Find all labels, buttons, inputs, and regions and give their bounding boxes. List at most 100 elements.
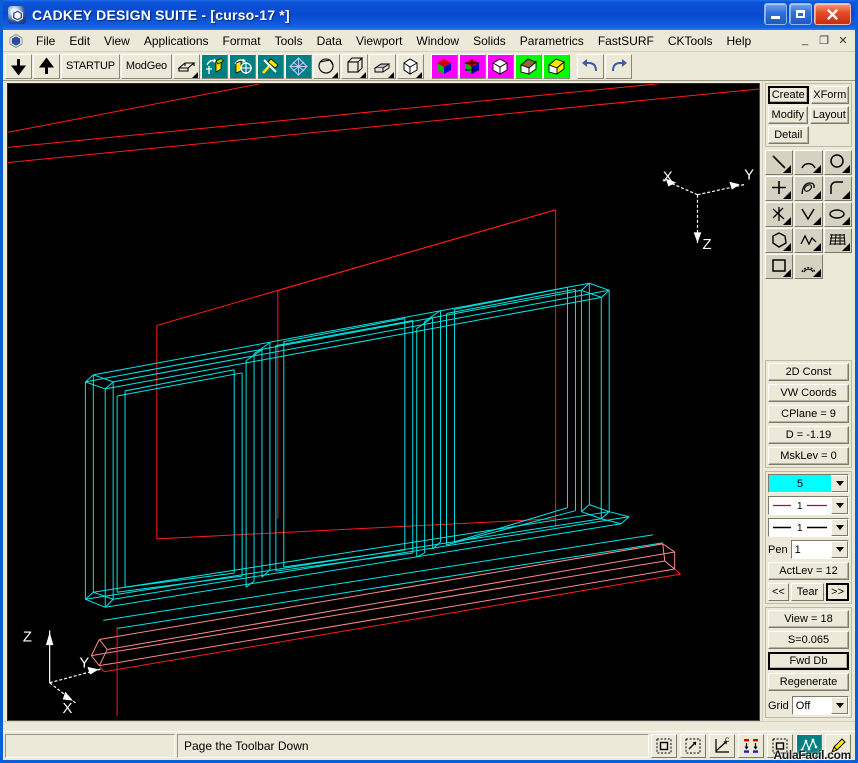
- vw-coords-button[interactable]: VW Coords: [768, 384, 849, 402]
- view-control-group: View = 18 S=0.065 Fwd Db Regenerate Grid…: [765, 607, 852, 718]
- grid-combo[interactable]: Off: [792, 696, 849, 715]
- mesh-surface-icon[interactable]: [285, 54, 312, 79]
- select-polygon-icon[interactable]: [680, 734, 706, 758]
- cadkey-document-icon[interactable]: [7, 32, 25, 50]
- menu-fastsurf[interactable]: FastSURF: [591, 31, 661, 51]
- menu-cktools[interactable]: CKTools: [661, 31, 720, 51]
- pen-combo-chevron-down-icon[interactable]: [831, 541, 848, 558]
- menu-view[interactable]: View: [97, 31, 137, 51]
- maximize-button[interactable]: [789, 3, 812, 25]
- status-button-group: 2D Const VW Coords CPlane = 9 D = -1.19 …: [765, 360, 852, 468]
- menu-window[interactable]: Window: [409, 31, 466, 51]
- menu-edit[interactable]: Edit: [62, 31, 97, 51]
- coordinate-axis-icon[interactable]: C: [709, 734, 735, 758]
- menu-applications[interactable]: Applications: [137, 31, 216, 51]
- fwd-db-button[interactable]: Fwd Db: [768, 652, 849, 670]
- tear-next-button[interactable]: >>: [826, 583, 849, 601]
- point-icon[interactable]: [765, 176, 793, 201]
- menu-parametrics[interactable]: Parametrics: [513, 31, 591, 51]
- mdi-minimize-button[interactable]: _: [797, 32, 813, 48]
- xform-button[interactable]: XForm: [811, 86, 850, 104]
- 2d-const-button[interactable]: 2D Const: [768, 363, 849, 381]
- render-color-cube-icon[interactable]: [459, 54, 486, 79]
- tear-button[interactable]: Tear: [791, 583, 824, 601]
- box-view-icon[interactable]: [341, 54, 368, 79]
- tear-prev-button[interactable]: <<: [768, 583, 789, 601]
- modgeo-button[interactable]: ModGeo: [121, 54, 172, 79]
- attribute-group: 5 1: [765, 471, 852, 604]
- depth-button[interactable]: D = -1.19: [768, 426, 849, 444]
- shaded-yellow-icon[interactable]: [543, 54, 570, 79]
- select-all-icon[interactable]: [767, 734, 793, 758]
- menu-help[interactable]: Help: [720, 31, 759, 51]
- color-combo[interactable]: 5: [768, 474, 849, 493]
- align-levels-icon[interactable]: [738, 734, 764, 758]
- shade-icon[interactable]: [397, 54, 424, 79]
- linetype-combo[interactable]: 1: [768, 496, 849, 515]
- nurbs-curve-icon[interactable]: [794, 228, 822, 253]
- polyline-chain-icon[interactable]: [794, 202, 822, 227]
- arc-icon[interactable]: [794, 150, 822, 175]
- detail-button[interactable]: Detail: [768, 126, 809, 144]
- msklev-button[interactable]: MskLev = 0: [768, 447, 849, 465]
- polyline-icon[interactable]: [765, 202, 793, 227]
- conic-icon[interactable]: [794, 254, 822, 279]
- regenerate-button[interactable]: Regenerate: [768, 673, 849, 691]
- layout-button[interactable]: Layout: [810, 106, 850, 124]
- rotate-view-icon[interactable]: [313, 54, 340, 79]
- menu-file[interactable]: File: [29, 31, 62, 51]
- create-button[interactable]: Create: [768, 86, 809, 104]
- view-button[interactable]: View = 18: [768, 610, 849, 628]
- dynamic-pan-icon[interactable]: [229, 54, 256, 79]
- color-combo-chevron-down-icon[interactable]: [831, 475, 848, 492]
- wireframe-view-icon[interactable]: [173, 54, 200, 79]
- select-window-icon[interactable]: [651, 734, 677, 758]
- ellipse-icon[interactable]: [824, 202, 852, 227]
- menu-viewport[interactable]: Viewport: [349, 31, 409, 51]
- window-controls: [764, 3, 851, 25]
- main-toolbar: STARTUP ModGeo: [3, 52, 855, 81]
- grid-combo-chevron-down-icon[interactable]: [831, 697, 848, 714]
- shaded-solid-icon[interactable]: [515, 54, 542, 79]
- startup-button[interactable]: STARTUP: [61, 54, 120, 79]
- pencil-tool-icon[interactable]: [825, 734, 851, 758]
- scale-button[interactable]: S=0.065: [768, 631, 849, 649]
- line-icon[interactable]: [765, 150, 793, 175]
- pen-combo[interactable]: 1: [791, 540, 849, 559]
- page-toolbar-down-button[interactable]: [5, 54, 32, 79]
- render-rgb-cube-icon[interactable]: [431, 54, 458, 79]
- page-toolbar-up-button[interactable]: [33, 54, 60, 79]
- linewidth-combo-chevron-down-icon[interactable]: [831, 519, 848, 536]
- mdi-restore-button[interactable]: ❐: [816, 32, 832, 48]
- cplane-button[interactable]: CPlane = 9: [768, 405, 849, 423]
- rectangle-icon[interactable]: [765, 254, 793, 279]
- minimize-button[interactable]: [764, 3, 787, 25]
- linetype-combo-chevron-down-icon[interactable]: [831, 497, 848, 514]
- menu-data[interactable]: Data: [310, 31, 349, 51]
- mesh-grid-icon[interactable]: [824, 228, 852, 253]
- actlev-button[interactable]: ActLev = 12: [768, 562, 849, 580]
- dynamic-rotate-icon[interactable]: [201, 54, 228, 79]
- menu-solids[interactable]: Solids: [466, 31, 513, 51]
- pen-row: Pen 1: [768, 540, 849, 559]
- circle-icon[interactable]: [824, 150, 852, 175]
- cadkey-logo-icon: [8, 6, 26, 24]
- create-tool-grid: [765, 150, 852, 279]
- fillet-icon[interactable]: [824, 176, 852, 201]
- spline-icon[interactable]: [794, 176, 822, 201]
- undo-icon[interactable]: [577, 54, 604, 79]
- redo-icon[interactable]: [605, 54, 632, 79]
- solids-icon[interactable]: [369, 54, 396, 79]
- tools-hammer-icon[interactable]: [257, 54, 284, 79]
- menu-tools[interactable]: Tools: [268, 31, 310, 51]
- polygon-icon[interactable]: [765, 228, 793, 253]
- close-button[interactable]: [814, 3, 851, 25]
- modify-button[interactable]: Modify: [768, 106, 808, 124]
- linewidth-combo[interactable]: 1: [768, 518, 849, 537]
- polyline-tool-icon[interactable]: [796, 734, 822, 758]
- tear-row: << Tear >>: [768, 583, 849, 601]
- wireframe-cube-icon[interactable]: [487, 54, 514, 79]
- cad-viewport[interactable]: X Y Z Z Y: [7, 83, 760, 721]
- menu-format[interactable]: Format: [216, 31, 268, 51]
- mdi-close-button[interactable]: ✕: [835, 32, 851, 48]
